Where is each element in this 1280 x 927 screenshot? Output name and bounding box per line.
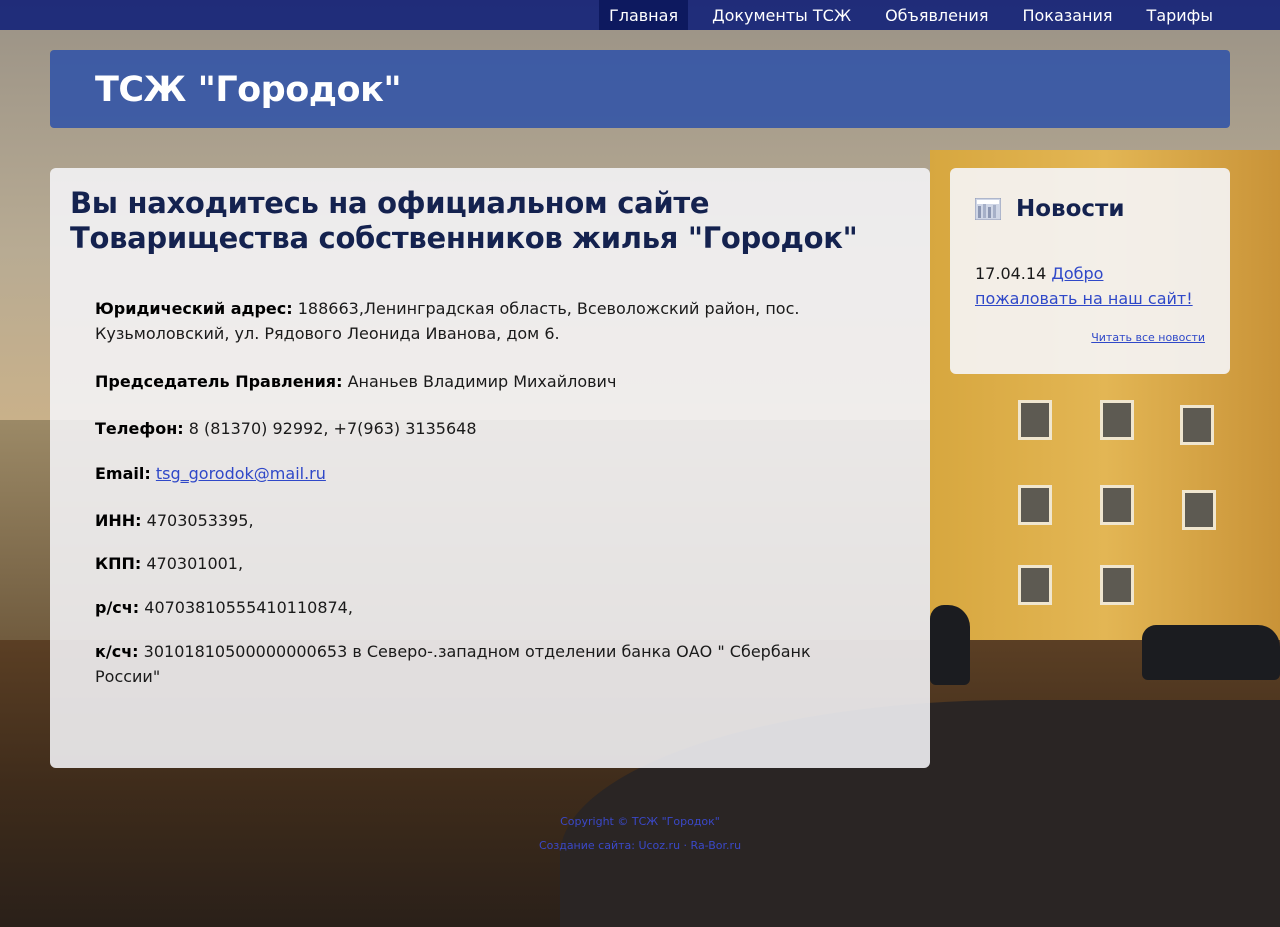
background-car: [930, 605, 970, 685]
background-window: [1100, 565, 1134, 605]
phone-value: 8 (81370) 92992, +7(963) 3135648: [188, 419, 477, 438]
background-window: [1100, 400, 1134, 440]
inn-row: ИНН: 4703053395,: [95, 508, 825, 533]
phone-label: Телефон:: [95, 419, 184, 438]
nav-item-tariffs[interactable]: Тарифы: [1130, 0, 1230, 30]
footer: Copyright © ТСЖ "Городок" Создание сайта…: [0, 810, 1280, 858]
background-car: [1142, 625, 1280, 680]
news-title: Новости: [1016, 196, 1125, 222]
kpp-value: 470301001,: [146, 554, 244, 573]
inn-value: 4703053395,: [146, 511, 254, 530]
correspondent-account-row: к/сч: 30101810500000000653 в Северо-.зап…: [95, 639, 825, 689]
email-row: Email: tsg_gorodok@mail.ru: [95, 461, 825, 486]
email-link[interactable]: tsg_gorodok@mail.ru: [156, 464, 326, 483]
background-window: [1182, 490, 1216, 530]
correspondent-account-label: к/сч:: [95, 642, 139, 661]
top-navigation: Главная Документы ТСЖ Объявления Показан…: [0, 0, 1280, 30]
news-header: Новости: [974, 196, 1125, 222]
news-item-date: 17.04.14: [975, 264, 1047, 283]
top-nav-list: Главная Документы ТСЖ Объявления Показан…: [598, 0, 1230, 30]
nav-item-home[interactable]: Главная: [598, 0, 689, 30]
read-all-news-link[interactable]: Читать все новости: [1091, 331, 1205, 344]
inn-label: ИНН:: [95, 511, 142, 530]
address-row: Юридический адрес: 188663,Ленинградская …: [95, 296, 825, 346]
settlement-account-label: р/сч:: [95, 598, 140, 617]
site-header: ТСЖ "Городок": [50, 50, 1230, 128]
nav-item-readings[interactable]: Показания: [1005, 0, 1129, 30]
background-window: [1018, 485, 1052, 525]
footer-credits[interactable]: Создание сайта: Ucoz.ru · Ra-Bor.ru: [0, 834, 1280, 858]
page-title: Вы находитесь на официальном сайте Товар…: [70, 186, 858, 255]
settlement-account-row: р/сч: 40703810555410110874,: [95, 595, 825, 620]
background-window: [1018, 400, 1052, 440]
settlement-account-value: 40703810555410110874,: [144, 598, 353, 617]
background-window: [1180, 405, 1214, 445]
kpp-label: КПП:: [95, 554, 142, 573]
news-widget: Новости 17.04.14 Добро пожаловать на наш…: [950, 168, 1230, 374]
nav-item-documents[interactable]: Документы ТСЖ: [695, 0, 868, 30]
background-window: [1100, 485, 1134, 525]
main-content: Вы находитесь на официальном сайте Товар…: [50, 168, 930, 768]
news-item: 17.04.14 Добро пожаловать на наш сайт!: [975, 261, 1210, 311]
correspondent-account-value: 30101810500000000653 в Северо-.западном …: [95, 642, 811, 686]
kpp-row: КПП: 470301001,: [95, 551, 825, 576]
chairman-label: Председатель Правления:: [95, 372, 343, 391]
site-title[interactable]: ТСЖ "Городок": [95, 70, 402, 110]
background-window: [1018, 565, 1052, 605]
chairman-row: Председатель Правления: Ананьев Владимир…: [95, 369, 825, 394]
nav-item-announcements[interactable]: Объявления: [868, 0, 1005, 30]
news-icon: [974, 197, 1002, 221]
phone-row: Телефон: 8 (81370) 92992, +7(963) 313564…: [95, 416, 825, 441]
footer-copyright: Copyright © ТСЖ "Городок": [560, 815, 720, 828]
email-label: Email:: [95, 464, 151, 483]
address-label: Юридический адрес:: [95, 299, 293, 318]
chairman-value: Ананьев Владимир Михайлович: [347, 372, 617, 391]
organization-info: Юридический адрес: 188663,Ленинградская …: [95, 296, 825, 689]
